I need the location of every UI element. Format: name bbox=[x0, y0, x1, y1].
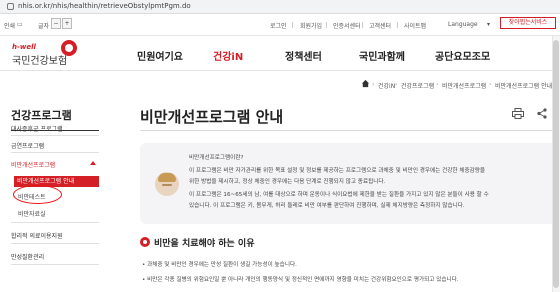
breadcrumb-arrow-icon: › bbox=[489, 81, 492, 88]
annotation-circle bbox=[13, 185, 62, 204]
page-title: 비만개선프로그램 안내 bbox=[140, 108, 284, 126]
intro-text: 이 프로그램은 16~65세의 남, 여를 대상으로 하며 운동이나 식이요법에… bbox=[189, 192, 489, 198]
intro-text: 위한 방법을 제시하고, 정상 체중인 경우에는 다음 단계로 진행되지 않고 … bbox=[189, 179, 386, 185]
sidebar-divider bbox=[11, 152, 99, 153]
section-title: 비만을 치료해야 하는 이유 bbox=[154, 239, 255, 249]
divider bbox=[362, 22, 363, 28]
breadcrumb-current: 비만개선프로그램 안내 bbox=[495, 83, 553, 90]
breadcrumb-item[interactable]: 건강프로그램 bbox=[401, 81, 434, 90]
divider bbox=[292, 22, 293, 28]
gnb-health-in[interactable]: 건강iN bbox=[213, 48, 243, 63]
browser-address-bar[interactable]: nhis.or.kr/nhis/healthin/retrieveObstylp… bbox=[0, 0, 560, 14]
url-text[interactable]: nhis.or.kr/nhis/healthin/retrieveObstylp… bbox=[18, 2, 191, 10]
sub-item-obesity-library[interactable]: 비만자료실 bbox=[18, 209, 46, 218]
body-text: • 비만은 각종 질병의 위험요인일 뿐 아니라 개인의 행동양식 및 정신적인… bbox=[142, 277, 459, 283]
gnb-policy[interactable]: 정책센터 bbox=[285, 48, 322, 63]
print-label: 인쇄 bbox=[4, 23, 16, 30]
cert-center-link[interactable]: 인증서센터 bbox=[333, 21, 361, 30]
sidebar-divider bbox=[11, 135, 99, 136]
sidebar-title: 건강프로그램 bbox=[11, 109, 72, 122]
breadcrumb-item[interactable]: 건강iN bbox=[378, 81, 395, 90]
divider bbox=[397, 22, 398, 28]
print-icon[interactable] bbox=[512, 108, 524, 119]
lock-icon bbox=[7, 3, 14, 10]
signup-link[interactable]: 회원가입 bbox=[300, 21, 322, 30]
title-divider bbox=[140, 130, 560, 131]
sidebar-item-smoking[interactable]: 금연프로그램 bbox=[11, 141, 44, 150]
print-icon[interactable]: ▭ bbox=[17, 21, 23, 28]
sidebar-item-obesity[interactable]: 비만개선프로그램 bbox=[11, 160, 55, 169]
gnb-divider bbox=[0, 70, 560, 71]
home-icon[interactable] bbox=[361, 79, 370, 88]
intro-text: 있습니다. 이 프로그램은 키, 몸무게, 허리 둘레로 비만 여부를 판단하여… bbox=[189, 203, 465, 209]
sidebar-divider bbox=[11, 264, 99, 265]
breadcrumb-arrow-icon: › bbox=[436, 81, 439, 88]
sidebar-divider bbox=[11, 243, 99, 244]
chevron-down-icon[interactable]: ▾ bbox=[487, 21, 490, 28]
login-link[interactable]: 로그인 bbox=[270, 21, 287, 30]
divider bbox=[326, 22, 327, 28]
share-icon[interactable] bbox=[536, 108, 548, 119]
gnb-about[interactable]: 공단요모조모 bbox=[435, 48, 490, 63]
logo-text: 국민건강보험 bbox=[12, 56, 68, 67]
gnb-civil[interactable]: 민원여기요 bbox=[137, 48, 183, 63]
avatar-illustration bbox=[155, 172, 179, 196]
sidebar-item-metabolic[interactable]: 대사증후군 프로그램 bbox=[11, 124, 63, 133]
logo-subtext: h-well bbox=[12, 43, 36, 51]
intro-heading: 비만개선프로그램이란? bbox=[189, 155, 244, 161]
sidebar-item-chronic[interactable]: 만성질환관리 bbox=[11, 252, 44, 261]
logo-mark-icon bbox=[61, 40, 77, 56]
breadcrumb-arrow-icon: › bbox=[395, 81, 398, 88]
customer-center-link[interactable]: 고객센터 bbox=[369, 21, 391, 30]
request-service-button[interactable]: 찾아뵙는서비스 bbox=[500, 17, 556, 29]
chevron-up-icon bbox=[90, 161, 96, 165]
breadcrumb-item[interactable]: 비만개선프로그램 bbox=[442, 81, 486, 90]
font-plus-button[interactable]: + bbox=[62, 18, 72, 29]
breadcrumb-arrow-icon: › bbox=[372, 81, 375, 88]
font-size-label: 글자 bbox=[38, 23, 50, 30]
sitemap-link[interactable]: 사이트맵 bbox=[404, 21, 426, 30]
intro-text: 이 프로그램은 비만 자가관리를 위한 목표 설정 및 정보를 제공하는 프로그… bbox=[189, 168, 486, 174]
body-text: • 과체중 및 비만인 경우에는 만성 질환이 생길 가능성이 높습니다. bbox=[142, 262, 297, 268]
gnb-with-people[interactable]: 국민과함께 bbox=[359, 48, 405, 63]
sidebar-divider bbox=[11, 222, 99, 223]
font-minus-button[interactable]: − bbox=[51, 18, 61, 29]
section-bullet-icon bbox=[140, 237, 150, 247]
language-select[interactable]: Language bbox=[448, 21, 478, 28]
scrollbar-thumb[interactable] bbox=[553, 40, 559, 288]
sidebar-item-medical-use[interactable]: 합리적 의료이용지원 bbox=[11, 231, 63, 240]
